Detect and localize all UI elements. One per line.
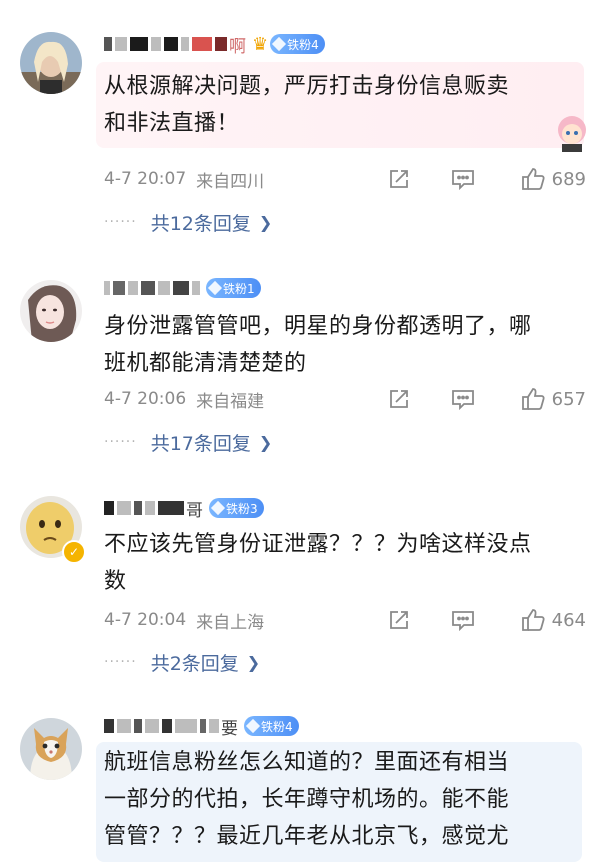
- action-bar: 657: [386, 386, 586, 412]
- comment-text-line: 一部分的代拍，长年蹲守机场的。能不能: [104, 787, 510, 812]
- avatar-image: [20, 718, 82, 780]
- share-icon[interactable]: [386, 607, 412, 633]
- comment-text-line: 不应该先管身份证泄露？？？为啥这样没点: [104, 532, 532, 557]
- like-button[interactable]: 689: [520, 166, 586, 192]
- fan-badge-label: 铁粉1: [223, 281, 255, 296]
- share-icon[interactable]: [386, 386, 412, 412]
- comment-text-line: 数: [104, 569, 127, 594]
- comment-meta: 4-7 20:04 来自上海 464: [104, 605, 586, 635]
- username-tail: 哥: [186, 500, 203, 521]
- like-button[interactable]: 464: [520, 607, 586, 633]
- comment-text-line: 管管？？？最近几年老从北京飞，感觉尤: [104, 824, 510, 849]
- action-bar: 464: [386, 607, 586, 633]
- comment-icon[interactable]: [450, 166, 476, 192]
- comment-time: 4-7 20:04: [104, 610, 187, 630]
- comment-icon[interactable]: [450, 607, 476, 633]
- comment-item-1: 啊 ♛ 铁粉4 从根源解决问题，严厉打击身份信息贩卖 和非法直播！ 4-7 20…: [0, 0, 600, 250]
- comment-item-2: 铁粉1 身份泄露管管吧，明星的身份都透明了，哪 班机都能清清楚楚的 4-7 20…: [0, 250, 600, 470]
- comment-location: 来自福建: [196, 391, 265, 412]
- avatar-image: [20, 32, 82, 94]
- thumbs-up-icon: [520, 386, 546, 412]
- view-replies-link[interactable]: ······ 共2条回复 ❯: [104, 647, 260, 677]
- diamond-icon: [207, 280, 223, 296]
- fan-badge[interactable]: 铁粉4: [244, 716, 299, 736]
- comment-text: 身份泄露管管吧，明星的身份都透明了，哪 班机都能清清楚楚的: [104, 308, 574, 382]
- masked-username: [104, 37, 227, 51]
- action-bar: 689: [386, 166, 586, 192]
- username-tail: 要: [221, 718, 238, 739]
- view-replies-link[interactable]: ······ 共17条回复 ❯: [104, 427, 272, 457]
- comment-text-line: 班机都能清清楚楚的: [104, 351, 307, 376]
- chevron-right-icon: ❯: [258, 432, 273, 452]
- reply-count-label: 共12条回复: [150, 212, 251, 235]
- comment-icon[interactable]: [450, 386, 476, 412]
- masked-username: [104, 501, 184, 515]
- fan-badge-label: 铁粉4: [287, 37, 319, 52]
- comment-text-line: 和非法直播！: [104, 111, 240, 136]
- comment-item-3: ✓ 哥 铁粉3 不应该先管身份证泄露？？？为啥这样没点 数 4-7 20:04 …: [0, 470, 600, 690]
- avatar[interactable]: [20, 32, 82, 94]
- comment-time: 4-7 20:06: [104, 389, 187, 409]
- comment-item-4: 要 铁粉4 航班信息粉丝怎么知道的？里面还有相当 一部分的代拍，长年蹲守机场的。…: [0, 690, 600, 862]
- fan-badge-label: 铁粉4: [261, 719, 293, 734]
- comment-time: 4-7 20:07: [104, 169, 187, 189]
- share-icon[interactable]: [386, 166, 412, 192]
- like-count: 464: [551, 609, 586, 631]
- diamond-icon: [210, 500, 226, 516]
- comment-text: 从根源解决问题，严厉打击身份信息贩卖 和非法直播！: [104, 68, 574, 142]
- masked-username: [104, 719, 219, 733]
- reply-count-label: 共17条回复: [150, 432, 251, 455]
- comment-text-line: 身份泄露管管吧，明星的身份都透明了，哪: [104, 314, 532, 339]
- like-button[interactable]: 657: [520, 386, 586, 412]
- username-tail: 啊: [229, 36, 246, 57]
- fan-badge[interactable]: 铁粉1: [206, 278, 261, 298]
- fan-badge[interactable]: 铁粉3: [209, 498, 264, 518]
- ellipsis-dots: ······: [104, 654, 137, 670]
- comment-text-line: 航班信息粉丝怎么知道的？里面还有相当: [104, 750, 510, 775]
- avatar[interactable]: [20, 718, 82, 780]
- avatar[interactable]: [20, 280, 82, 342]
- verified-badge-icon: ✓: [62, 540, 86, 564]
- crown-icon: ♛: [252, 33, 269, 55]
- comment-text: 不应该先管身份证泄露？？？为啥这样没点 数: [104, 526, 574, 600]
- comment-text: 航班信息粉丝怎么知道的？里面还有相当 一部分的代拍，长年蹲守机场的。能不能 管管…: [104, 744, 574, 855]
- chevron-right-icon: ❯: [258, 212, 273, 232]
- comment-location: 来自上海: [196, 612, 265, 633]
- comment-text-line: 从根源解决问题，严厉打击身份信息贩卖: [104, 74, 510, 99]
- reply-count-label: 共2条回复: [150, 652, 239, 675]
- like-count: 657: [551, 388, 586, 410]
- thumbs-up-icon: [520, 166, 546, 192]
- username[interactable]: 哥 铁粉3: [104, 496, 264, 521]
- username[interactable]: 要 铁粉4: [104, 714, 299, 739]
- avatar-image: [20, 280, 82, 342]
- sticker-icon: [552, 112, 592, 152]
- comment-location: 来自四川: [196, 171, 265, 192]
- diamond-icon: [272, 36, 287, 52]
- comment-meta: 4-7 20:06 来自福建 657: [104, 384, 586, 414]
- fan-badge[interactable]: 铁粉4: [270, 34, 325, 54]
- ellipsis-dots: ······: [104, 434, 137, 450]
- username[interactable]: 啊 ♛ 铁粉4: [104, 32, 325, 57]
- comment-meta: 4-7 20:07 来自四川 689: [104, 164, 586, 194]
- masked-username: [104, 281, 200, 295]
- diamond-icon: [245, 718, 261, 734]
- ellipsis-dots: ······: [104, 214, 137, 230]
- chevron-right-icon: ❯: [246, 652, 261, 672]
- like-count: 689: [551, 168, 586, 190]
- fan-badge-label: 铁粉3: [226, 501, 258, 516]
- username[interactable]: 铁粉1: [104, 276, 261, 300]
- thumbs-up-icon: [520, 607, 546, 633]
- view-replies-link[interactable]: ······ 共12条回复 ❯: [104, 207, 272, 237]
